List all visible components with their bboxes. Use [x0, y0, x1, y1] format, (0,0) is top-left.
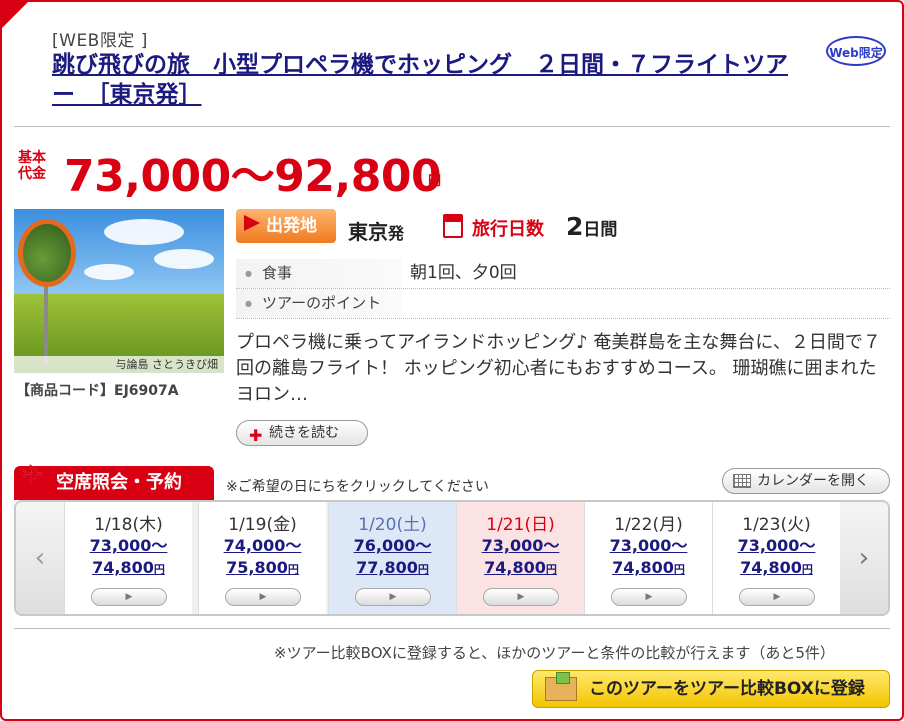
price-from-link[interactable]: 73,000〜	[713, 535, 840, 557]
date-cell[interactable]: 1/23(火) 73,000〜 74,800円 ▶	[712, 502, 840, 614]
web-limited-badge: Web限定	[826, 36, 886, 66]
prev-dates-arrow[interactable]: ‹	[16, 502, 64, 614]
departure-label-text: 出発地	[266, 216, 317, 236]
date-select-button[interactable]: ▶	[739, 588, 815, 606]
photo-cloud	[84, 264, 134, 280]
web-badge-label: Web限定	[829, 46, 883, 60]
tour-title-link[interactable]: 跳び飛びの旅 小型プロペラ機でホッピング ２日間・７フライトツアー ［東京発］	[52, 52, 788, 108]
reservation-tab: ✈ 空席照会・予約	[14, 460, 214, 500]
web-limited-tag: [WEB限定 ]	[52, 31, 148, 51]
meal-label: 食事	[236, 259, 402, 288]
reservation-tab-label: 空席照会・予約	[56, 472, 182, 493]
add-to-compare-label: このツアーをツアー比較BOXに登録	[589, 679, 865, 699]
date-label: 1/19(金)	[228, 515, 297, 535]
departure-label: 出発地	[236, 209, 336, 243]
date-select-button[interactable]: ▶	[483, 588, 559, 606]
tour-photo[interactable]	[14, 209, 224, 373]
photo-mirror-pole	[44, 285, 48, 365]
price-to: 74,800	[612, 558, 674, 577]
date-select-button[interactable]: ▶	[611, 588, 687, 606]
divider	[14, 126, 890, 127]
price-to: 74,800	[484, 558, 546, 577]
compare-note: ※ツアー比較BOXに登録すると、ほかのツアーと条件の比較が行えます（あと5件）	[274, 644, 835, 662]
date-label: 1/23(火)	[742, 515, 811, 535]
date-select-button[interactable]: ▶	[225, 588, 301, 606]
corner-ribbon	[0, 0, 30, 30]
date-cell[interactable]: 1/18(木) 73,000〜 74,800円 ▶	[64, 502, 192, 614]
date-select-button[interactable]: ▶	[355, 588, 431, 606]
airplane-icon: ✈	[22, 460, 44, 490]
date-label: 1/22(月)	[614, 515, 683, 535]
flag-icon	[244, 215, 260, 231]
meal-row: 食事 朝1回、夕0回	[236, 259, 890, 289]
price-to: 77,800	[356, 558, 418, 577]
date-cell[interactable]: 1/19(金) 74,000〜 75,800円 ▶	[198, 502, 326, 614]
price-unit: 円	[153, 563, 165, 576]
price-unit: 円	[801, 563, 813, 576]
price-from-link[interactable]: 73,000〜	[585, 535, 712, 557]
calendar-icon	[443, 214, 463, 238]
price-to-link[interactable]: 74,800円	[713, 557, 840, 581]
date-select-button[interactable]: ▶	[91, 588, 167, 606]
tour-point-row: ツアーのポイント	[236, 289, 890, 319]
read-more-label: 続きを読む	[269, 425, 339, 441]
reservation-note: ※ご希望の日にちをクリックしてください	[226, 479, 489, 495]
price-unit: 円	[287, 563, 299, 576]
price-to-link[interactable]: 77,800円	[329, 557, 456, 581]
plus-icon: ✚	[249, 426, 263, 445]
price-from-link[interactable]: 76,000〜	[329, 535, 456, 557]
date-cell-sunday[interactable]: 1/21(日) 73,000〜 74,800円 ▶	[456, 502, 584, 614]
photo-cloud	[154, 249, 214, 269]
date-label: 1/20(土)	[358, 515, 427, 535]
product-code: 【商品コード】EJ6907A	[16, 383, 179, 399]
date-label: 1/21(日)	[486, 515, 555, 535]
open-calendar-button[interactable]: カレンダーを開く	[722, 468, 890, 494]
price-from-link[interactable]: 73,000〜	[457, 535, 584, 557]
read-more-button[interactable]: ✚ 続きを読む	[236, 420, 368, 446]
date-cell[interactable]: 1/22(月) 73,000〜 74,800円 ▶	[584, 502, 712, 614]
next-dates-arrow[interactable]: ›	[840, 502, 888, 614]
tour-title[interactable]: 跳び飛びの旅 小型プロペラ機でホッピング ２日間・７フライトツアー ［東京発］	[52, 50, 792, 110]
price-to-link[interactable]: 75,800円	[199, 557, 326, 581]
date-cell-saturday[interactable]: 1/20(土) 76,000〜 77,800円 ▶	[328, 502, 456, 614]
price-unit: 円	[417, 563, 429, 576]
date-label: 1/18(木)	[94, 515, 163, 535]
meal-value: 朝1回、夕0回	[410, 263, 517, 283]
price-from-link[interactable]: 73,000〜	[65, 535, 192, 557]
departure-suffix: 発	[388, 224, 405, 243]
calendar-grid-icon	[733, 474, 751, 488]
duration-number: 2	[566, 212, 584, 241]
duration-unit: 日間	[583, 220, 618, 240]
price-unit: 円	[428, 174, 442, 189]
photo-road-mirror	[18, 219, 76, 287]
price-to-link[interactable]: 74,800円	[457, 557, 584, 581]
duration-label: 旅行日数	[472, 219, 544, 240]
price-to-link[interactable]: 74,800円	[585, 557, 712, 581]
price-to-link[interactable]: 74,800円	[65, 557, 192, 581]
price-from-link[interactable]: 74,000〜	[199, 535, 326, 557]
price-to: 74,800	[740, 558, 802, 577]
price-to: 75,800	[226, 558, 288, 577]
duration-value: 2日間	[566, 212, 617, 241]
divider	[14, 628, 890, 629]
tour-point-label: ツアーのポイント	[236, 289, 402, 318]
price-unit: 円	[673, 563, 685, 576]
open-calendar-label: カレンダーを開く	[757, 473, 869, 489]
compare-box-icon	[545, 672, 577, 701]
price-unit: 円	[545, 563, 557, 576]
price-label: 基本代金	[18, 150, 46, 182]
tour-description: プロペラ機に乗ってアイランドホッピング♪ 奄美群島を主な舞台に、２日間で７回の離…	[236, 332, 881, 405]
photo-caption: 与論島 さとうきび畑	[14, 356, 224, 373]
photo-cloud	[104, 219, 184, 245]
departure-city: 東京	[348, 220, 388, 244]
date-strip: ‹ 1/18(木) 73,000〜 74,800円 ▶ 1/19(金) 74,0…	[14, 500, 890, 616]
price-to: 74,800	[92, 558, 154, 577]
add-to-compare-button[interactable]: このツアーをツアー比較BOXに登録	[532, 670, 890, 708]
departure-value: 東京発	[348, 216, 404, 245]
price-range: 73,000〜92,800	[64, 151, 442, 202]
